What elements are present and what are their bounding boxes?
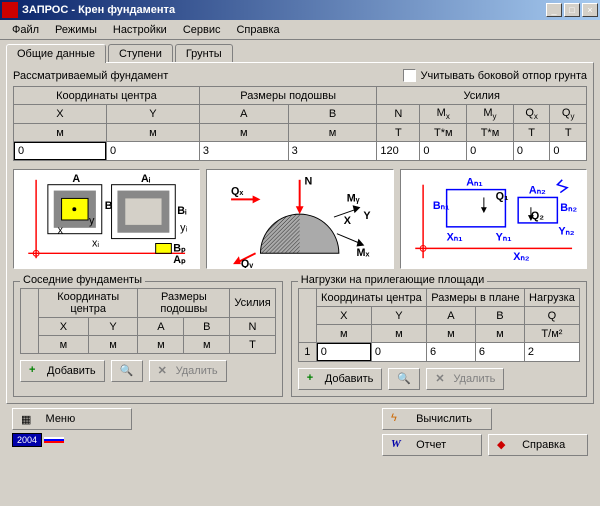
input-qx[interactable]: 0 bbox=[513, 142, 550, 161]
svg-text:Aₚ: Aₚ bbox=[173, 254, 186, 266]
svg-text:Y: Y bbox=[364, 210, 371, 222]
minimize-button[interactable]: _ bbox=[546, 3, 562, 17]
tab-panel: Рассматриваемый фундамент Учитывать боко… bbox=[6, 62, 594, 404]
svg-text:Yₙ₂: Yₙ₂ bbox=[558, 226, 574, 238]
flag-icon bbox=[44, 437, 64, 443]
load-q[interactable]: 2 bbox=[524, 343, 579, 362]
loads-add-button[interactable]: +Добавить bbox=[298, 368, 383, 390]
lateral-pressure-checkbox[interactable] bbox=[403, 69, 416, 82]
svg-text:Aₙ₂: Aₙ₂ bbox=[529, 185, 546, 197]
input-mx[interactable]: 0 bbox=[420, 142, 467, 161]
plus-icon: + bbox=[307, 372, 321, 386]
year-badge: 2004 bbox=[12, 433, 42, 447]
tabs: Общие данные Ступени Грунты bbox=[6, 44, 594, 63]
load-y[interactable]: 0 bbox=[371, 343, 426, 362]
menu-help[interactable]: Справка bbox=[228, 22, 287, 38]
load-a[interactable]: 6 bbox=[427, 343, 476, 362]
svg-text:Bₚ: Bₚ bbox=[173, 243, 186, 255]
tab-soils[interactable]: Грунты bbox=[175, 44, 233, 63]
svg-text:N: N bbox=[305, 176, 313, 188]
neighbors-title: Соседние фундаменты bbox=[20, 274, 145, 286]
magnify-icon: 🔍 bbox=[397, 372, 411, 386]
magnify-icon: 🔍 bbox=[120, 364, 134, 378]
neighbors-delete-button[interactable]: ✕Удалить bbox=[149, 360, 227, 382]
load-x[interactable]: 0 bbox=[316, 343, 371, 362]
neighbors-group: Соседние фундаменты Координаты центра Ра… bbox=[13, 281, 283, 397]
plus-icon: + bbox=[29, 364, 43, 378]
svg-text:Xₙ₂: Xₙ₂ bbox=[513, 251, 529, 263]
lightning-icon: ϟ bbox=[391, 412, 405, 426]
svg-text:Mᵧ: Mᵧ bbox=[347, 193, 360, 205]
svg-text:y: y bbox=[89, 215, 95, 227]
svg-text:Q₁: Q₁ bbox=[495, 191, 508, 203]
svg-text:Bₙ₂: Bₙ₂ bbox=[560, 202, 577, 214]
input-a[interactable]: 3 bbox=[199, 142, 288, 161]
menu-button[interactable]: ▦ Меню bbox=[12, 408, 132, 430]
titlebar: ЗАПРОС - Крен фундамента _ □ × bbox=[0, 0, 600, 20]
menu-service[interactable]: Сервис bbox=[175, 22, 229, 38]
svg-text:Bᵢ: Bᵢ bbox=[177, 205, 187, 217]
svg-text:B: B bbox=[105, 200, 113, 212]
lateral-pressure-label: Учитывать боковой отпор грунта bbox=[420, 70, 587, 82]
foundation-heading: Рассматриваемый фундамент bbox=[13, 70, 168, 82]
help-button[interactable]: ◆ Справка bbox=[488, 434, 588, 456]
word-icon: W bbox=[391, 438, 405, 452]
neighbors-view-button[interactable]: 🔍 bbox=[111, 360, 143, 382]
app-icon bbox=[2, 2, 18, 18]
close-button[interactable]: × bbox=[582, 3, 598, 17]
svg-text:Yₙ₁: Yₙ₁ bbox=[495, 232, 511, 244]
loads-group: Нагрузки на прилегающие площади Координа… bbox=[291, 281, 587, 397]
window-title: ЗАПРОС - Крен фундамента bbox=[22, 4, 546, 16]
svg-text:Xₙ₁: Xₙ₁ bbox=[446, 232, 462, 244]
maximize-button[interactable]: □ bbox=[564, 3, 580, 17]
svg-text:x: x bbox=[58, 225, 64, 237]
svg-text:xᵢ: xᵢ bbox=[92, 238, 99, 250]
svg-text:Aₙ₁: Aₙ₁ bbox=[466, 177, 483, 189]
col-group-center: Координаты центра bbox=[14, 87, 200, 105]
diagram-forces: N Qₓ Qᵧ Mᵧ Mₓ Y X bbox=[206, 169, 393, 269]
svg-text:Qₓ: Qₓ bbox=[231, 186, 243, 198]
loads-title: Нагрузки на прилегающие площади bbox=[298, 274, 487, 286]
loads-delete-button[interactable]: ✕Удалить bbox=[426, 368, 504, 390]
book-icon: ◆ bbox=[497, 438, 511, 452]
input-y[interactable]: 0 bbox=[106, 142, 199, 161]
tab-steps[interactable]: Ступени bbox=[108, 44, 173, 63]
input-b[interactable]: 3 bbox=[288, 142, 377, 161]
input-qy[interactable]: 0 bbox=[550, 142, 587, 161]
x-icon: ✕ bbox=[435, 372, 449, 386]
input-my[interactable]: 0 bbox=[467, 142, 514, 161]
menubar: Файл Режимы Настройки Сервис Справка bbox=[0, 20, 600, 40]
svg-text:Qᵧ: Qᵧ bbox=[241, 258, 253, 268]
diagram-plan: A B Aᵢ Bᵢ xᵢ yᵢ x y Bₚ Aₚ bbox=[13, 169, 200, 269]
load-b[interactable]: 6 bbox=[475, 343, 524, 362]
svg-text:A: A bbox=[72, 173, 80, 185]
x-icon: ✕ bbox=[158, 364, 172, 378]
main-table: Координаты центра Размеры подошвы Усилия… bbox=[13, 86, 587, 161]
col-group-forces: Усилия bbox=[377, 87, 587, 105]
menu-icon: ▦ bbox=[21, 413, 31, 426]
svg-text:X: X bbox=[344, 215, 352, 227]
menu-settings[interactable]: Настройки bbox=[105, 22, 175, 38]
neighbors-add-button[interactable]: +Добавить bbox=[20, 360, 105, 382]
tab-general[interactable]: Общие данные bbox=[6, 44, 106, 63]
svg-text:Aᵢ: Aᵢ bbox=[141, 173, 151, 185]
report-button[interactable]: W Отчет bbox=[382, 434, 482, 456]
menu-modes[interactable]: Режимы bbox=[47, 22, 105, 38]
loads-view-button[interactable]: 🔍 bbox=[388, 368, 420, 390]
diagram-load-areas: Aₙ₁ Bₙ₁ Aₙ₂ Bₙ₂ Q₁ Q₂ Xₙ₁ Yₙ₁ Yₙ₂ Xₙ₂ bbox=[400, 169, 587, 269]
svg-text:yᵢ: yᵢ bbox=[180, 222, 187, 234]
svg-text:Mₓ: Mₓ bbox=[357, 247, 370, 259]
svg-text:Bₙ₁: Bₙ₁ bbox=[433, 200, 450, 212]
menu-file[interactable]: Файл bbox=[4, 22, 47, 38]
compute-button[interactable]: ϟ Вычислить bbox=[382, 408, 492, 430]
input-n[interactable]: 120 bbox=[377, 142, 420, 161]
input-x[interactable]: 0 bbox=[14, 142, 107, 161]
col-group-size: Размеры подошвы bbox=[199, 87, 377, 105]
